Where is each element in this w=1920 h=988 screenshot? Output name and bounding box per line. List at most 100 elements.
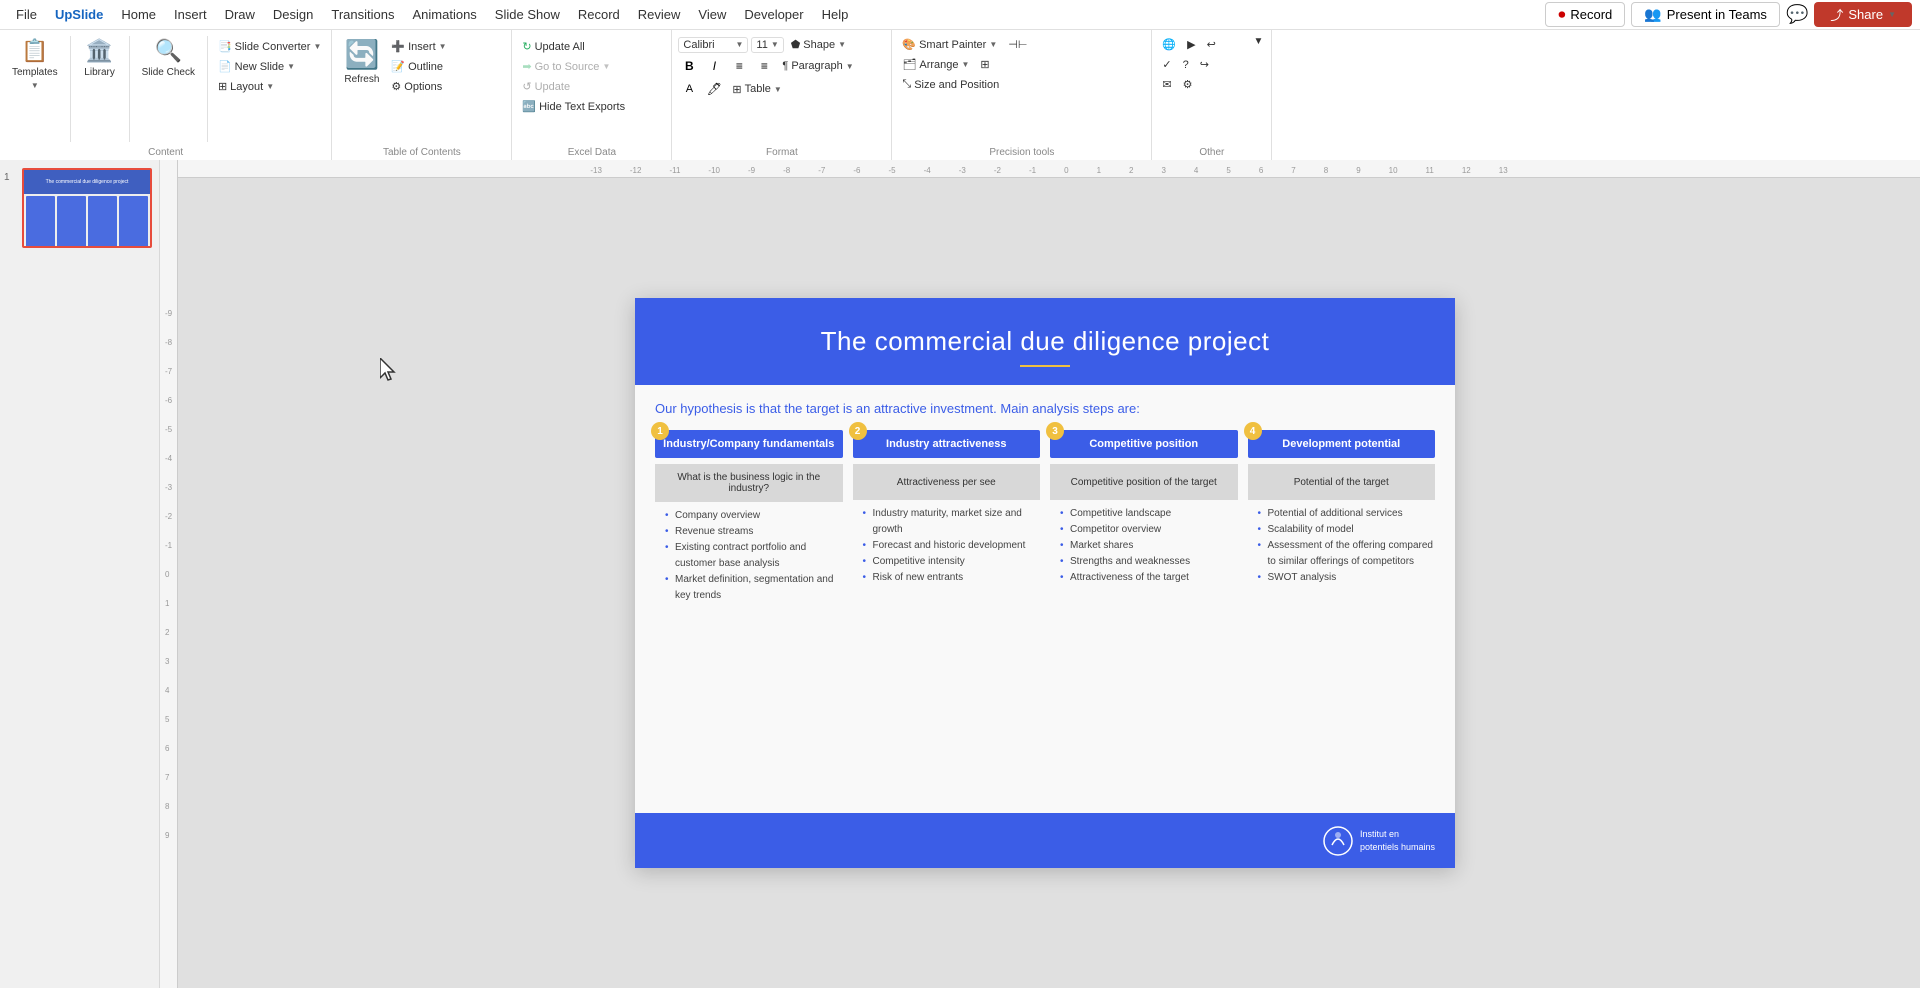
shape-button[interactable]: ⬟ Shape ▼	[787, 36, 850, 53]
check-button[interactable]: ✓	[1158, 56, 1175, 73]
chat-icon-button[interactable]: 💬	[1786, 4, 1808, 25]
ribbon: 📋 Templates ▼ 🏛️ Library 🔍 Slide Chec	[0, 30, 1920, 160]
format-group-items: Calibri ▼ 11 ▼ ⬟ Shape ▼	[678, 34, 885, 144]
v-ruler-mark: -1	[165, 541, 172, 550]
menu-design[interactable]: Design	[265, 4, 321, 25]
table-button[interactable]: ⊞ Table ▼	[728, 81, 785, 98]
hide-text-exports-button[interactable]: 🔤 Hide Text Exports	[518, 98, 629, 115]
col-2-header: 2 Industry attractiveness	[853, 430, 1041, 458]
ruler-mark: -12	[630, 166, 642, 175]
slide-1-thumbnail[interactable]: The commercial due diligence project	[22, 168, 152, 248]
paragraph-label: Paragraph	[791, 60, 842, 72]
col-2-list: Industry maturity, market size and growt…	[853, 506, 1041, 586]
paragraph-button[interactable]: ¶ Paragraph ▼	[778, 58, 857, 74]
hide-icon: 🔤	[522, 100, 536, 113]
align-center-button[interactable]: ≡	[753, 56, 775, 76]
ruler-mark: -9	[748, 166, 755, 175]
ruler-mark: -8	[783, 166, 790, 175]
col-1-item-1: Company overview	[665, 508, 843, 524]
menu-view[interactable]: View	[690, 4, 734, 25]
col-4-item-2: Scalability of model	[1258, 522, 1436, 538]
menu-developer[interactable]: Developer	[736, 4, 811, 25]
font-size-selector[interactable]: 11 ▼	[751, 37, 783, 53]
menu-upslide[interactable]: UpSlide	[47, 4, 111, 25]
email-button[interactable]: ✉	[1158, 76, 1175, 93]
size-position-button[interactable]: ⤡ Size and Position	[898, 76, 1003, 93]
menu-animations[interactable]: Animations	[404, 4, 484, 25]
smart-painter-icon: 🎨	[902, 38, 916, 51]
templates-button[interactable]: 📋 Templates ▼	[6, 34, 64, 94]
highlight-button[interactable]: 🖊	[703, 79, 725, 99]
table-label: Table	[745, 83, 771, 95]
slide-converter-button[interactable]: 📑 Slide Converter ▼	[214, 38, 325, 55]
play-button[interactable]: ▶	[1183, 36, 1199, 53]
ruler-mark: 11	[1426, 166, 1434, 175]
refresh-button[interactable]: 🔄 Refresh	[338, 34, 385, 89]
slide-check-icon: 🔍	[155, 38, 182, 64]
present-in-teams-button[interactable]: 👥 Present in Teams	[1631, 2, 1780, 27]
align-objects-button[interactable]: ⊞	[976, 56, 993, 73]
italic-button[interactable]: I	[703, 56, 725, 76]
distribute-h-button[interactable]: ⊣⊢	[1004, 36, 1031, 53]
col-4-header: 4 Development potential	[1248, 430, 1436, 458]
bold-button[interactable]: B	[678, 56, 700, 76]
slide-header: The commercial due diligence project	[635, 298, 1455, 385]
record-button[interactable]: ⏺ Record	[1545, 2, 1625, 27]
templates-dropdown: ▼	[31, 81, 39, 90]
font-selector[interactable]: Calibri ▼	[678, 37, 748, 53]
font-size-caret: ▼	[771, 40, 779, 49]
toc-insert-button[interactable]: ➕ Insert ▼	[387, 38, 450, 55]
excel-group-items: ↻ Update All ➡ Go to Source ▼ ↺ Update	[518, 34, 665, 144]
arrange-caret: ▼	[962, 60, 970, 69]
settings-button[interactable]: ⚙	[1179, 76, 1197, 93]
font-size: 11	[756, 39, 767, 51]
col-4-list: Potential of additional services Scalabi…	[1248, 506, 1436, 586]
menu-file[interactable]: File	[8, 4, 45, 25]
redo-button[interactable]: ↪	[1196, 56, 1213, 73]
menu-insert[interactable]: Insert	[166, 4, 215, 25]
font-color-button[interactable]: A	[678, 79, 700, 99]
v-ruler-mark: 7	[165, 773, 172, 782]
layout-button[interactable]: ⊞ Layout ▼	[214, 78, 325, 95]
new-slide-button[interactable]: 📄 New Slide ▼	[214, 58, 325, 75]
col-2-header-text: Industry attractiveness	[886, 438, 1006, 450]
library-button[interactable]: 🏛️ Library	[77, 34, 123, 82]
slide-check-button[interactable]: 🔍 Slide Check	[136, 34, 201, 82]
toc-col-right: ➕ Insert ▼ 📝 Outline ⚙ Options	[387, 34, 450, 95]
smart-painter-button[interactable]: 🎨 Smart Painter ▼	[898, 36, 1001, 53]
record-dot-icon: ⏺	[1558, 6, 1565, 23]
question-button[interactable]: ?	[1179, 56, 1193, 73]
menu-home[interactable]: Home	[113, 4, 164, 25]
outline-button[interactable]: 📝 Outline	[387, 58, 450, 75]
col-2-item-2: Forecast and historic development	[863, 538, 1041, 554]
menu-draw[interactable]: Draw	[217, 4, 263, 25]
toc-group-label: Table of Contents	[332, 147, 511, 158]
menu-slideshow[interactable]: Slide Show	[487, 4, 568, 25]
excel-group-label: Excel Data	[512, 147, 671, 158]
options-button[interactable]: ⚙ Options	[387, 78, 450, 95]
expand-ribbon-button[interactable]: ▼	[1249, 34, 1267, 49]
shape-caret: ▼	[838, 40, 846, 49]
col-1-item-4: Market definition, segmentation and key …	[665, 572, 843, 604]
share-label: Share	[1848, 7, 1883, 22]
redo-icon: ↪	[1200, 58, 1209, 71]
share-button[interactable]: ⤴ Share ▼	[1814, 2, 1912, 27]
menu-record[interactable]: Record	[570, 4, 628, 25]
canvas-scroll-area[interactable]: The commercial due diligence project Our…	[160, 178, 1920, 988]
menu-review[interactable]: Review	[630, 4, 689, 25]
menu-transitions[interactable]: Transitions	[323, 4, 402, 25]
v-ruler-mark: 8	[165, 802, 172, 811]
menu-help[interactable]: Help	[814, 4, 857, 25]
align-left-button[interactable]: ≡	[728, 56, 750, 76]
size-position-label: Size and Position	[914, 79, 999, 91]
arrange-button[interactable]: 🗂 Arrange ▼	[898, 56, 973, 73]
thumb-content	[24, 194, 150, 248]
slide-body: Our hypothesis is that the target is an …	[635, 385, 1455, 813]
link-button[interactable]: 🌐	[1158, 36, 1180, 53]
update-all-button[interactable]: ↻ Update All	[518, 38, 629, 55]
v-ruler-mark: -3	[165, 483, 172, 492]
hide-text-exports-label: Hide Text Exports	[539, 101, 625, 113]
precision-group-label: Precision tools	[892, 147, 1151, 158]
slide-canvas[interactable]: The commercial due diligence project Our…	[635, 298, 1455, 868]
undo-button[interactable]: ↩	[1203, 36, 1220, 53]
